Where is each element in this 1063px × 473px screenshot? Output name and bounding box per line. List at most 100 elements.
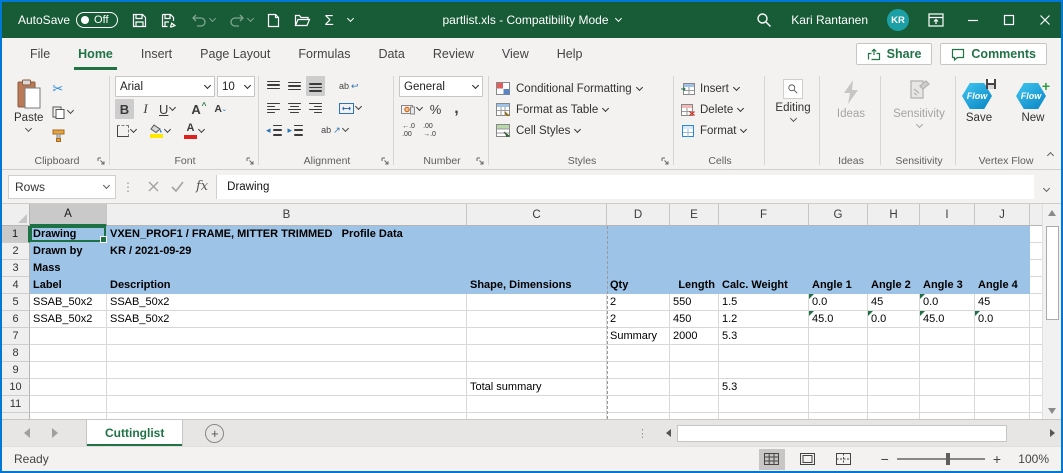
- cell-H4[interactable]: Angle 2: [868, 277, 920, 294]
- tab-home[interactable]: Home: [64, 38, 127, 70]
- cell-J5[interactable]: 45: [975, 294, 1030, 311]
- row-header-3[interactable]: 3: [2, 260, 30, 277]
- italic-button[interactable]: I: [136, 99, 155, 119]
- cell-H1[interactable]: [868, 226, 920, 243]
- cell-H6[interactable]: 0.0: [868, 311, 920, 328]
- cell-A9[interactable]: [30, 362, 107, 379]
- scroll-down-icon[interactable]: [1043, 402, 1062, 419]
- cell-E2[interactable]: [670, 243, 719, 260]
- cell-B6[interactable]: SSAB_50x2: [107, 311, 467, 328]
- cell-E5[interactable]: 550: [670, 294, 719, 311]
- cell-G7[interactable]: [809, 328, 868, 345]
- row-header-6[interactable]: 6: [2, 311, 30, 328]
- bold-button[interactable]: B: [115, 99, 134, 119]
- font-dialog-launcher[interactable]: [246, 157, 255, 166]
- cell-C7[interactable]: [467, 328, 607, 345]
- column-header-A[interactable]: A: [30, 204, 107, 226]
- alignment-dialog-launcher[interactable]: [381, 157, 390, 166]
- column-header-C[interactable]: C: [467, 204, 607, 226]
- zoom-in-icon[interactable]: +: [993, 451, 1001, 467]
- underline-button[interactable]: U: [157, 99, 177, 119]
- cell-I9[interactable]: [920, 362, 975, 379]
- cell-D7[interactable]: Summary: [607, 328, 670, 345]
- tab-review[interactable]: Review: [419, 38, 488, 70]
- name-box-dropdown-icon[interactable]: [103, 181, 110, 188]
- cell-I7[interactable]: [920, 328, 975, 345]
- align-right-button[interactable]: [306, 98, 325, 118]
- flow-save-button[interactable]: Flow Save: [956, 74, 1002, 128]
- column-header-F[interactable]: F: [719, 204, 809, 226]
- cell-E7[interactable]: 2000: [670, 328, 719, 345]
- scroll-up-icon[interactable]: [1043, 204, 1062, 221]
- cell-B5[interactable]: SSAB_50x2: [107, 294, 467, 311]
- decrease-indent-button[interactable]: ◂: [264, 120, 284, 140]
- align-top-button[interactable]: [264, 76, 283, 96]
- cell-A3[interactable]: Mass: [30, 260, 107, 277]
- copy-button[interactable]: [49, 102, 76, 122]
- cell-F7[interactable]: 5.3: [719, 328, 809, 345]
- row-header-4[interactable]: 4: [2, 277, 30, 294]
- cell-A10[interactable]: [30, 379, 107, 396]
- cell-styles-button[interactable]: Cell Styles: [494, 120, 582, 141]
- cell-H2[interactable]: [868, 243, 920, 260]
- save-icon[interactable]: [132, 13, 147, 28]
- cell-G8[interactable]: [809, 345, 868, 362]
- cell-B7[interactable]: [107, 328, 467, 345]
- fill-color-button[interactable]: [148, 121, 172, 141]
- sensitivity-button[interactable]: Sensitivity: [887, 74, 951, 129]
- row-header-8[interactable]: 8: [2, 345, 30, 362]
- font-size-select[interactable]: 10: [217, 76, 255, 97]
- cell-C6[interactable]: [467, 311, 607, 328]
- horizontal-scrollbar-thumb[interactable]: [677, 425, 1007, 442]
- cell-B2[interactable]: KR / 2021-09-29: [107, 243, 467, 260]
- percent-style-button[interactable]: %: [426, 99, 445, 119]
- cell-D6[interactable]: 2: [607, 311, 670, 328]
- cell-C9[interactable]: [467, 362, 607, 379]
- column-header-B[interactable]: B: [107, 204, 467, 226]
- page-layout-view-button[interactable]: [795, 449, 821, 470]
- cell-F5[interactable]: 1.5: [719, 294, 809, 311]
- editing-button[interactable]: Editing: [769, 74, 816, 123]
- cell-F9[interactable]: [719, 362, 809, 379]
- row-header-5[interactable]: 5: [2, 294, 30, 311]
- wrap-text-button[interactable]: ab↩: [337, 76, 361, 96]
- tab-page-layout[interactable]: Page Layout: [186, 38, 284, 70]
- open-folder-icon[interactable]: [294, 13, 311, 27]
- cell-D9[interactable]: [607, 362, 670, 379]
- font-name-select[interactable]: Arial: [115, 76, 215, 97]
- cell-E9[interactable]: [670, 362, 719, 379]
- select-all-corner[interactable]: [2, 204, 30, 226]
- vertical-scrollbar-thumb[interactable]: [1046, 226, 1059, 320]
- normal-view-button[interactable]: [759, 449, 785, 470]
- sheet-tab-cuttinglist[interactable]: Cuttinglist: [86, 420, 183, 446]
- cell-D1[interactable]: [607, 226, 670, 243]
- tab-data[interactable]: Data: [364, 38, 418, 70]
- increase-font-button[interactable]: A^: [189, 99, 208, 119]
- cell-J2[interactable]: [975, 243, 1030, 260]
- decrease-decimal-button[interactable]: .00 →.0: [420, 121, 439, 141]
- cell-G5[interactable]: 0.0: [809, 294, 868, 311]
- cell-H8[interactable]: [868, 345, 920, 362]
- cell-H7[interactable]: [868, 328, 920, 345]
- new-document-icon[interactable]: [267, 13, 280, 28]
- row-header-9[interactable]: 9: [2, 362, 30, 379]
- cell-C10[interactable]: Total summary: [467, 379, 607, 396]
- tab-file[interactable]: File: [16, 38, 64, 70]
- cell-J4[interactable]: Angle 4: [975, 277, 1030, 294]
- cell-J1[interactable]: [975, 226, 1030, 243]
- cell-D4[interactable]: Qty: [607, 277, 670, 294]
- cell-G1[interactable]: [809, 226, 868, 243]
- cell-J10[interactable]: [975, 379, 1030, 396]
- cell-F1[interactable]: [719, 226, 809, 243]
- cell-A7[interactable]: [30, 328, 107, 345]
- accounting-format-button[interactable]: [399, 99, 424, 119]
- column-header-D[interactable]: D: [607, 204, 670, 226]
- share-button[interactable]: Share: [856, 43, 933, 65]
- sheet-nav-left-icon[interactable]: [24, 428, 30, 438]
- cell-A8[interactable]: [30, 345, 107, 362]
- new-sheet-button[interactable]: +: [205, 424, 224, 443]
- row-header-1[interactable]: 1: [2, 226, 30, 243]
- cell-J11[interactable]: [975, 396, 1030, 413]
- ribbon-display-options-icon[interactable]: [928, 13, 944, 27]
- cell-B10[interactable]: [107, 379, 467, 396]
